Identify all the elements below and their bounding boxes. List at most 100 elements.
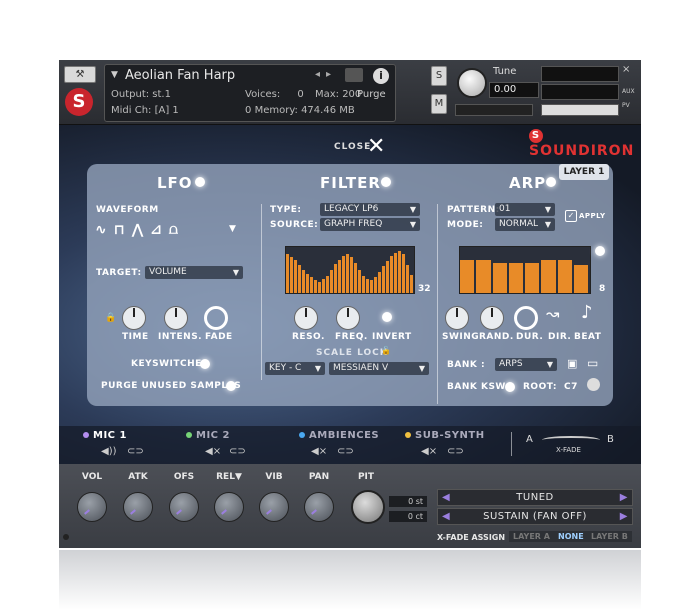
arp-dur-knob[interactable]: [514, 306, 538, 330]
step-bar[interactable]: [394, 252, 397, 293]
purge-unused-led[interactable]: [226, 381, 236, 391]
pan-slider[interactable]: [455, 104, 533, 116]
step-bar[interactable]: [410, 274, 413, 293]
save-icon[interactable]: ▣: [567, 357, 577, 370]
target-dropdown[interactable]: VOLUME ▼: [145, 266, 243, 279]
xfade-none-option[interactable]: NONE: [554, 531, 588, 542]
step-bar[interactable]: [342, 256, 345, 293]
bank-dropdown[interactable]: ARPS ▼: [495, 358, 557, 371]
close-icon[interactable]: ✕: [367, 134, 385, 159]
step-bar[interactable]: [476, 259, 491, 293]
close-instrument-icon[interactable]: ×: [622, 64, 630, 75]
tune-value[interactable]: 0.00: [489, 82, 539, 98]
step-bar[interactable]: [362, 275, 365, 293]
step-bar[interactable]: [334, 264, 337, 293]
arp-pattern-dropdown[interactable]: 01 ▼: [495, 203, 555, 216]
arp-direction-icon[interactable]: ↝: [546, 304, 559, 323]
purge-menu[interactable]: Purge: [357, 89, 386, 100]
sub-synth-mute-icon[interactable]: ◀×: [421, 446, 437, 457]
step-bar[interactable]: [398, 250, 401, 293]
step-bar[interactable]: [286, 253, 289, 293]
step-bar[interactable]: [390, 256, 393, 293]
next-arrow-icon[interactable]: ▶: [620, 490, 628, 505]
arp-steps-handle[interactable]: [595, 246, 605, 256]
mic-1-speaker-icon[interactable]: ◀)): [101, 446, 117, 457]
step-bar[interactable]: [573, 265, 588, 293]
close-label[interactable]: CLOSE: [334, 142, 371, 152]
step-bar[interactable]: [492, 263, 507, 293]
step-bar[interactable]: [350, 257, 353, 293]
mic-1-channel[interactable]: MIC 1: [83, 430, 127, 441]
step-bar[interactable]: [302, 270, 305, 293]
lock-icon[interactable]: 🔒: [105, 313, 116, 323]
root-value[interactable]: C7: [564, 382, 578, 392]
rel-label[interactable]: REL▼: [214, 472, 244, 482]
cent-value[interactable]: 0 ct: [389, 511, 427, 522]
arp-enable-led[interactable]: [546, 177, 556, 187]
mic-2-channel[interactable]: MIC 2: [186, 430, 230, 441]
bank-ksw-led[interactable]: [505, 382, 515, 392]
ofs-knob[interactable]: [169, 492, 199, 522]
arp-beat-icon[interactable]: ♪: [581, 302, 593, 323]
step-bar[interactable]: [294, 259, 297, 293]
step-bar[interactable]: [326, 275, 329, 293]
step-bar[interactable]: [557, 259, 572, 293]
step-bar[interactable]: [370, 280, 373, 293]
semitone-value[interactable]: 0 st: [389, 496, 427, 507]
step-bar[interactable]: [354, 263, 357, 293]
resize-handle[interactable]: [63, 534, 69, 540]
step-bar[interactable]: [386, 260, 389, 293]
step-bar[interactable]: [541, 259, 556, 293]
midi-learn-icon[interactable]: [587, 378, 600, 391]
articulation-2-selector[interactable]: ◀ SUSTAIN (FAN OFF) ▶: [437, 508, 633, 525]
step-bar[interactable]: [310, 276, 313, 293]
ambiences-link-icon[interactable]: ⊂⊃: [337, 446, 354, 457]
mic-2-link-icon[interactable]: ⊂⊃: [229, 446, 246, 457]
step-bar[interactable]: [374, 276, 377, 293]
midi-row[interactable]: Midi Ch: [A] 1: [111, 105, 179, 116]
pitch-knob[interactable]: [351, 490, 385, 524]
atk-knob[interactable]: [123, 492, 153, 522]
filter-step-graph[interactable]: [285, 246, 415, 294]
arp-swing-knob[interactable]: [445, 306, 469, 330]
pv-label[interactable]: PV: [622, 102, 630, 109]
step-bar[interactable]: [366, 279, 369, 293]
filter-type-dropdown[interactable]: LEGACY LP6 ▼: [320, 203, 420, 216]
step-bar[interactable]: [318, 281, 321, 293]
scale-dropdown[interactable]: MESSIAEN V ▼: [329, 362, 429, 375]
step-bar[interactable]: [330, 270, 333, 293]
step-bar[interactable]: [306, 273, 309, 293]
collapse-icon[interactable]: ▼: [111, 70, 118, 80]
step-bar[interactable]: [314, 280, 317, 293]
step-bar[interactable]: [406, 265, 409, 293]
solo-button[interactable]: S: [431, 66, 447, 86]
aux-label[interactable]: AUX: [622, 88, 635, 95]
lfo-enable-led[interactable]: [195, 177, 205, 187]
vib-knob[interactable]: [259, 492, 289, 522]
ambiences-mute-icon[interactable]: ◀×: [311, 446, 327, 457]
waveform-selector[interactable]: ∿ ⊓ ⋀ ⊿ ⩍: [95, 222, 179, 238]
lfo-time-knob[interactable]: [122, 306, 146, 330]
step-bar[interactable]: [346, 253, 349, 293]
mute-button[interactable]: M: [431, 94, 447, 114]
keyswitches-led[interactable]: [200, 359, 210, 369]
ambiences-channel[interactable]: AMBIENCES: [299, 430, 379, 441]
key-dropdown[interactable]: KEY - C ▼: [265, 362, 325, 375]
step-bar[interactable]: [322, 279, 325, 293]
step-bar[interactable]: [298, 265, 301, 293]
instrument-nav-arrows[interactable]: ◂▸: [315, 69, 337, 80]
xfade-slider[interactable]: [542, 436, 600, 444]
lfo-fade-knob[interactable]: [204, 306, 228, 330]
step-bar[interactable]: [338, 259, 341, 293]
filter-invert-led[interactable]: [382, 312, 392, 322]
rel-knob[interactable]: [214, 492, 244, 522]
layer-tab[interactable]: LAYER 1: [559, 164, 609, 180]
step-bar[interactable]: [378, 272, 381, 293]
mic-1-link-icon[interactable]: ⊂⊃: [127, 446, 144, 457]
pan-knob[interactable]: [304, 492, 334, 522]
step-bar[interactable]: [508, 263, 523, 293]
step-bar[interactable]: [525, 263, 540, 293]
arp-mode-dropdown[interactable]: NORMAL ▼: [495, 218, 555, 231]
prev-arrow-icon[interactable]: ◀: [442, 509, 450, 524]
step-bar[interactable]: [382, 266, 385, 293]
